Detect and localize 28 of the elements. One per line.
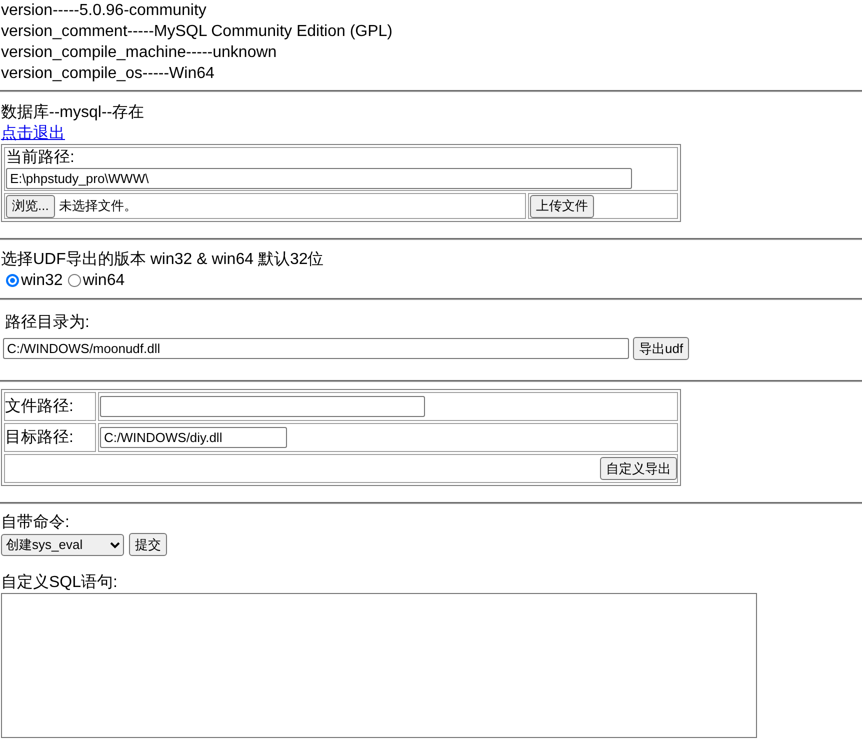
field-label: 目标路径:: [5, 428, 74, 448]
logout-link[interactable]: 点击退出: [1, 123, 65, 144]
radio-label: win64: [82, 271, 125, 291]
command-select[interactable]: 创建sys_eval: [1, 534, 124, 556]
upload-button[interactable]: 上传文件: [530, 194, 594, 218]
server-info-text: version_compile_os-----Win64: [1, 64, 216, 84]
export-path-label: 路径目录为:: [4, 312, 90, 333]
command-label: 自带命令:: [1, 512, 70, 533]
path-input[interactable]: [100, 396, 425, 417]
server-info-text: version_compile_machine-----unknown: [1, 43, 278, 63]
server-info-text: version_comment-----MySQL Community Edition (GPL): [1, 22, 394, 42]
sql-label: 自定义SQL语句:: [1, 572, 118, 593]
file-status-text: 未选择文件。: [58, 198, 137, 214]
path-label: 当前路径:: [6, 148, 76, 168]
version-prompt-text: 选择UDF导出的版本 win32 & win64 默认32位: [1, 250, 325, 270]
radio-button[interactable]: [6, 274, 19, 287]
export-udf-button[interactable]: 导出udf: [633, 337, 690, 360]
submit-button[interactable]: 提交: [129, 533, 167, 556]
server-info-text: version-----5.0.96-community: [1, 1, 208, 21]
path-input[interactable]: C:/WINDOWS/diy.dll: [100, 427, 287, 448]
radio-button[interactable]: [68, 274, 81, 287]
export-path-input[interactable]: C:/WINDOWS/moonudf.dll: [3, 338, 629, 359]
custom-export-button[interactable]: 自定义导出: [600, 457, 677, 480]
field-label: 文件路径:: [5, 396, 74, 416]
radio-label: win32: [21, 271, 63, 291]
database-status-text: 数据库--mysql--存在: [1, 102, 146, 123]
browse-button[interactable]: 浏览...: [6, 194, 55, 218]
path-input[interactable]: E:\phpstudy_pro\WWW\: [6, 168, 632, 189]
